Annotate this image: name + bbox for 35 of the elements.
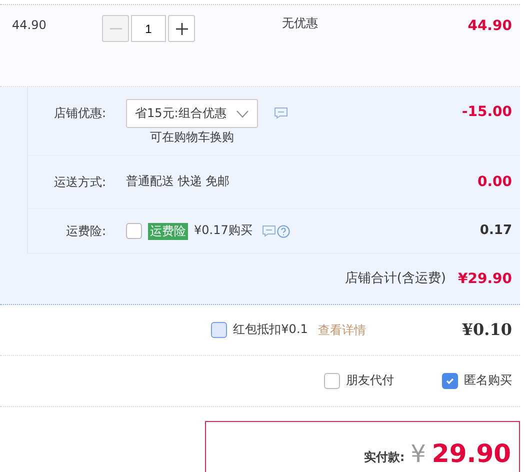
help-icon[interactable] (277, 224, 290, 238)
checkmark-icon (445, 376, 455, 386)
currency-symbol: ¥ (410, 441, 426, 469)
shop-total-label: 店铺合计(含运费) (344, 272, 446, 286)
insurance-tag: 运费险 (148, 222, 188, 240)
field-label: 运费险: (64, 222, 106, 240)
shipping-amount: 0.00 (477, 174, 512, 190)
chevron-down-icon (236, 110, 250, 118)
minus-icon (110, 28, 122, 30)
quantity-field[interactable]: 1 (131, 15, 166, 42)
option-label: 朋友代付 (346, 374, 394, 388)
discount-text: 无优惠 (282, 17, 318, 31)
option-label: 匿名购买 (464, 374, 512, 388)
insurance-price: ¥0.17购买 (194, 224, 252, 238)
field-label: 店铺优惠: (52, 105, 106, 122)
discount-amount: -15.00 (462, 104, 512, 120)
chat-bubble-icon[interactable] (274, 107, 288, 119)
insurance-checkbox[interactable] (126, 223, 142, 239)
coupon-checkbox[interactable] (211, 322, 228, 338)
option-checkbox[interactable] (324, 373, 340, 389)
hint-text: 可在购物车换购 (150, 131, 234, 145)
coupon-amount: ¥0.10 (462, 320, 512, 340)
chat-bubble-icon[interactable] (262, 224, 276, 236)
shop-total-amount: ¥29.90 (458, 270, 512, 288)
shipping-method: 普通配送 快递 免邮 (126, 175, 230, 189)
plus-icon (176, 22, 188, 34)
subtotal: 44.90 (468, 18, 512, 34)
payment-amount: 29.90 (432, 440, 511, 469)
payment-label: 实付款: (364, 451, 405, 465)
coupon-label: 红包抵扣¥0.1 (233, 323, 308, 337)
plus-button[interactable] (168, 15, 195, 42)
insurance-amount: 0.17 (480, 224, 512, 238)
discount-select[interactable]: 省15元:组合优惠 (126, 99, 258, 128)
field-label: 运送方式: (52, 174, 106, 190)
option-checkbox[interactable] (442, 373, 458, 389)
